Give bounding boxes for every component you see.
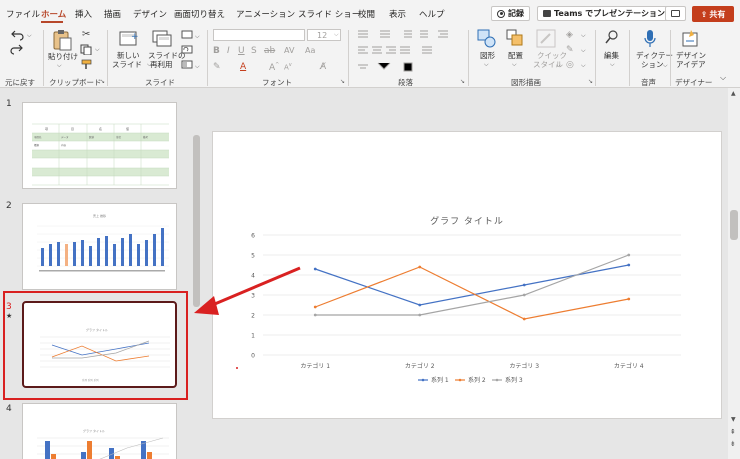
next-slide-icon[interactable]: ⇟ xyxy=(730,440,736,448)
scroll-up-icon[interactable]: ▲ xyxy=(731,90,736,97)
annotation-arrow xyxy=(194,266,301,315)
main-scrollbar[interactable]: ▲ ▼ ⇞ ⇟ xyxy=(728,88,740,459)
main-scrollbar-thumb[interactable] xyxy=(730,210,738,240)
scroll-down-icon[interactable]: ▼ xyxy=(731,416,736,423)
prev-slide-icon[interactable]: ⇞ xyxy=(730,428,736,436)
